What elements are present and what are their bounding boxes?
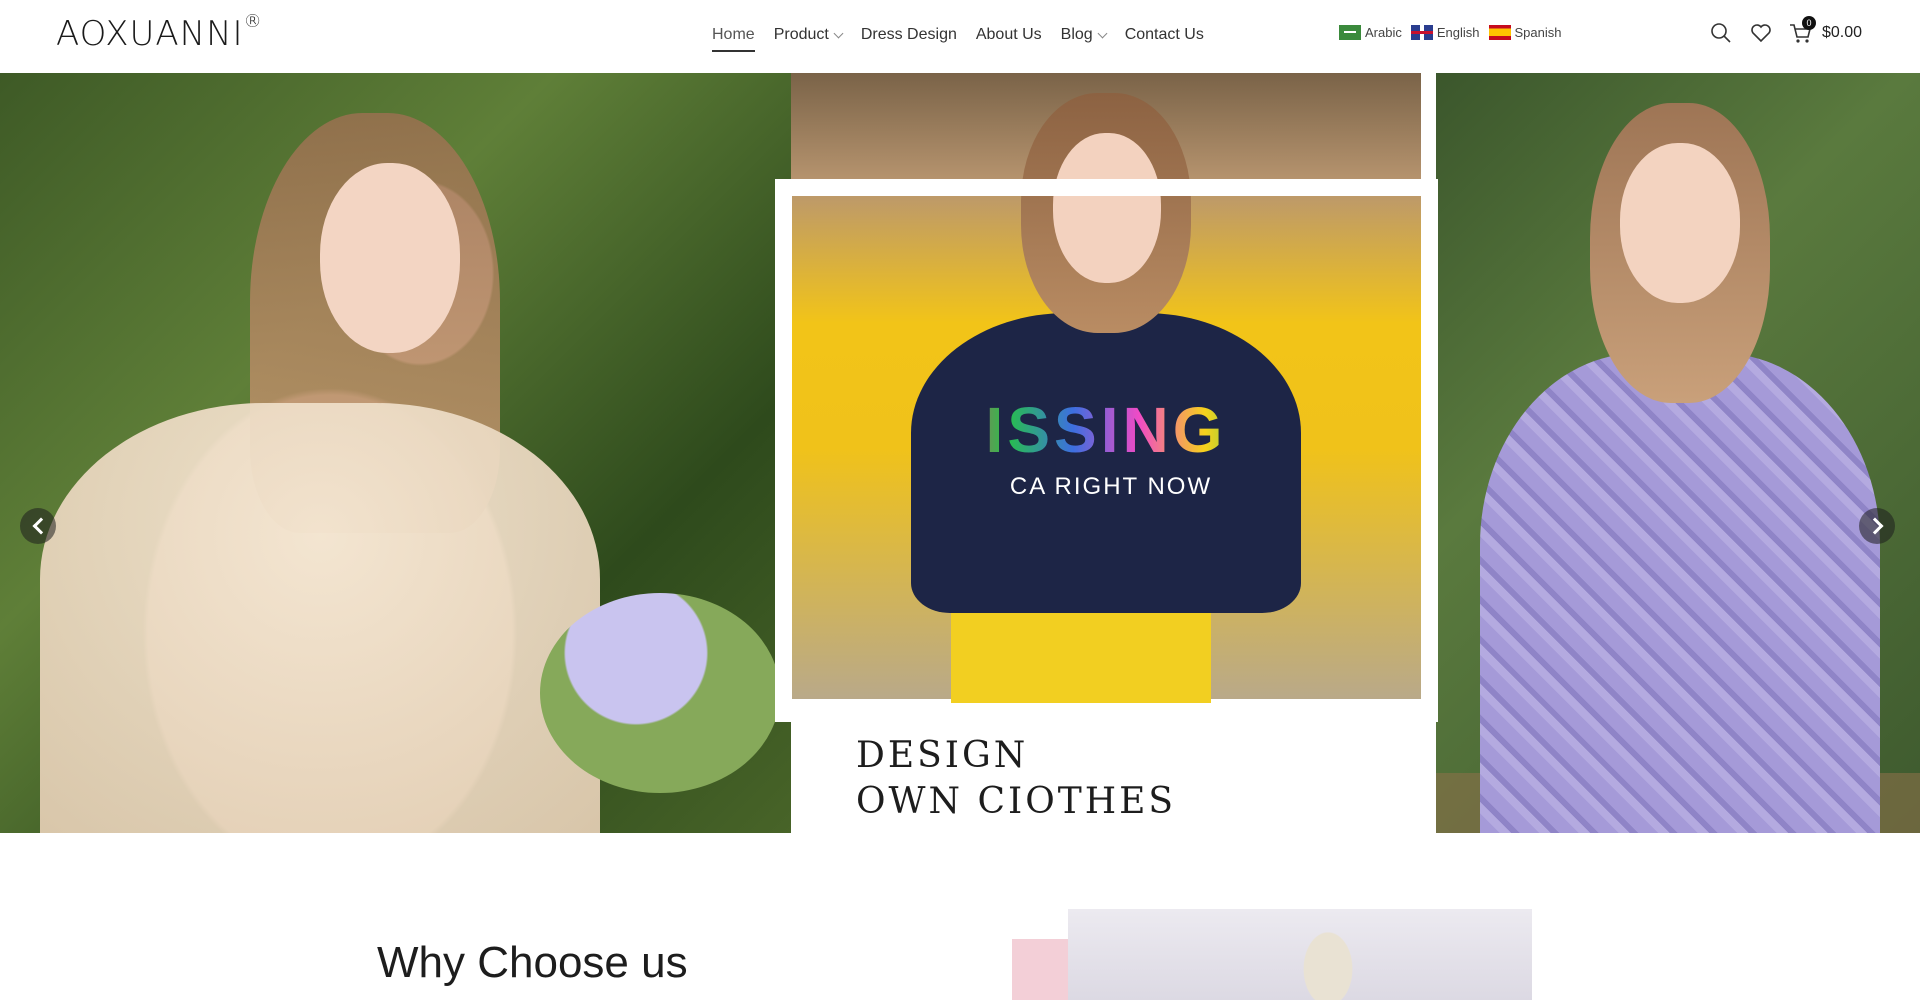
heart-icon: [1751, 24, 1771, 43]
cart-button[interactable]: 0: [1788, 16, 1816, 46]
tshirt-subprint: CA RIGHT NOW: [1009, 473, 1213, 500]
model-face: [1053, 133, 1161, 283]
language-switcher: Arabic English Spanish: [1339, 25, 1561, 40]
chevron-right-icon: [1866, 517, 1883, 535]
model-dress: [1480, 353, 1880, 833]
nav-item-contact-us[interactable]: Contact Us: [1125, 22, 1204, 48]
brand-logo[interactable]: AOXUANNI®: [56, 10, 263, 54]
language-arabic[interactable]: Arabic: [1339, 25, 1402, 40]
nav-item-product[interactable]: Product: [773, 22, 844, 48]
cart-total[interactable]: $0.00: [1822, 24, 1862, 42]
nav-label: Product: [773, 26, 829, 43]
language-label: Spanish: [1514, 25, 1562, 40]
registered-mark: ®: [243, 10, 263, 32]
nav-item-dress-design[interactable]: Dress Design: [861, 22, 957, 48]
hero-image-center: ISSING CA RIGHT NOW: [791, 73, 1421, 703]
language-english[interactable]: English: [1410, 25, 1480, 40]
model-face: [1620, 143, 1740, 303]
wishlist-button[interactable]: [1748, 20, 1774, 46]
hero-image-right: [1390, 73, 1920, 833]
chevron-down-icon: [1097, 28, 1108, 38]
slider-prev-button[interactable]: [20, 508, 56, 544]
uk-flag-icon: [1410, 25, 1433, 40]
hero-caption: DESIGN OWN CIOTHES: [856, 733, 1176, 825]
search-button[interactable]: [1708, 20, 1734, 46]
language-label: English: [1436, 25, 1480, 40]
site-header: AOXUANNI® Home Product Dress Design Abou…: [0, 0, 1920, 73]
language-label: Arabic: [1365, 25, 1402, 40]
hero-image-left: [0, 73, 827, 833]
nav-item-about-us[interactable]: About Us: [976, 22, 1042, 48]
nav-item-blog[interactable]: Blog: [1060, 22, 1108, 48]
header-actions: 0 $0.00: [1708, 16, 1862, 46]
tshirt-print: ISSING: [941, 393, 1271, 467]
spain-flag-icon: [1488, 25, 1511, 40]
model-tshirt: ISSING CA RIGHT NOW: [911, 313, 1301, 613]
main-nav: Home Product Dress Design About Us Blog …: [712, 22, 1223, 52]
nav-label: About Us: [975, 26, 1042, 43]
nav-label: Home: [712, 26, 755, 43]
caption-line-2: OWN CIOTHES: [856, 781, 1177, 822]
cart-count-badge: 0: [1802, 16, 1816, 30]
search-icon: [1711, 23, 1731, 43]
language-spanish[interactable]: Spanish: [1488, 25, 1562, 40]
chevron-down-icon: [833, 28, 844, 38]
hero-center-card: ISSING CA RIGHT NOW DESIGN OWN CIOTHES: [775, 73, 1438, 833]
chevron-left-icon: [32, 517, 49, 535]
section-image: [1068, 909, 1532, 1000]
model-skirt: [951, 613, 1211, 703]
nav-item-home[interactable]: Home: [712, 22, 755, 52]
caption-line-1: DESIGN: [856, 735, 1029, 776]
section-title: Why Choose us: [377, 938, 688, 987]
hero-slider: ISSING CA RIGHT NOW DESIGN OWN CIOTHES: [0, 73, 1920, 833]
slider-next-button[interactable]: [1859, 508, 1895, 544]
nav-label: Contact Us: [1124, 26, 1204, 43]
model-dress: [40, 403, 600, 833]
flower-bouquet: [540, 593, 780, 793]
decorative-pink-block: [1012, 939, 1072, 1000]
brand-name: AOXUANNI: [56, 14, 244, 54]
model-face: [320, 163, 460, 353]
nav-label: Blog: [1060, 26, 1093, 43]
nav-label: Dress Design: [860, 26, 957, 43]
saudi-flag-icon: [1339, 25, 1361, 40]
